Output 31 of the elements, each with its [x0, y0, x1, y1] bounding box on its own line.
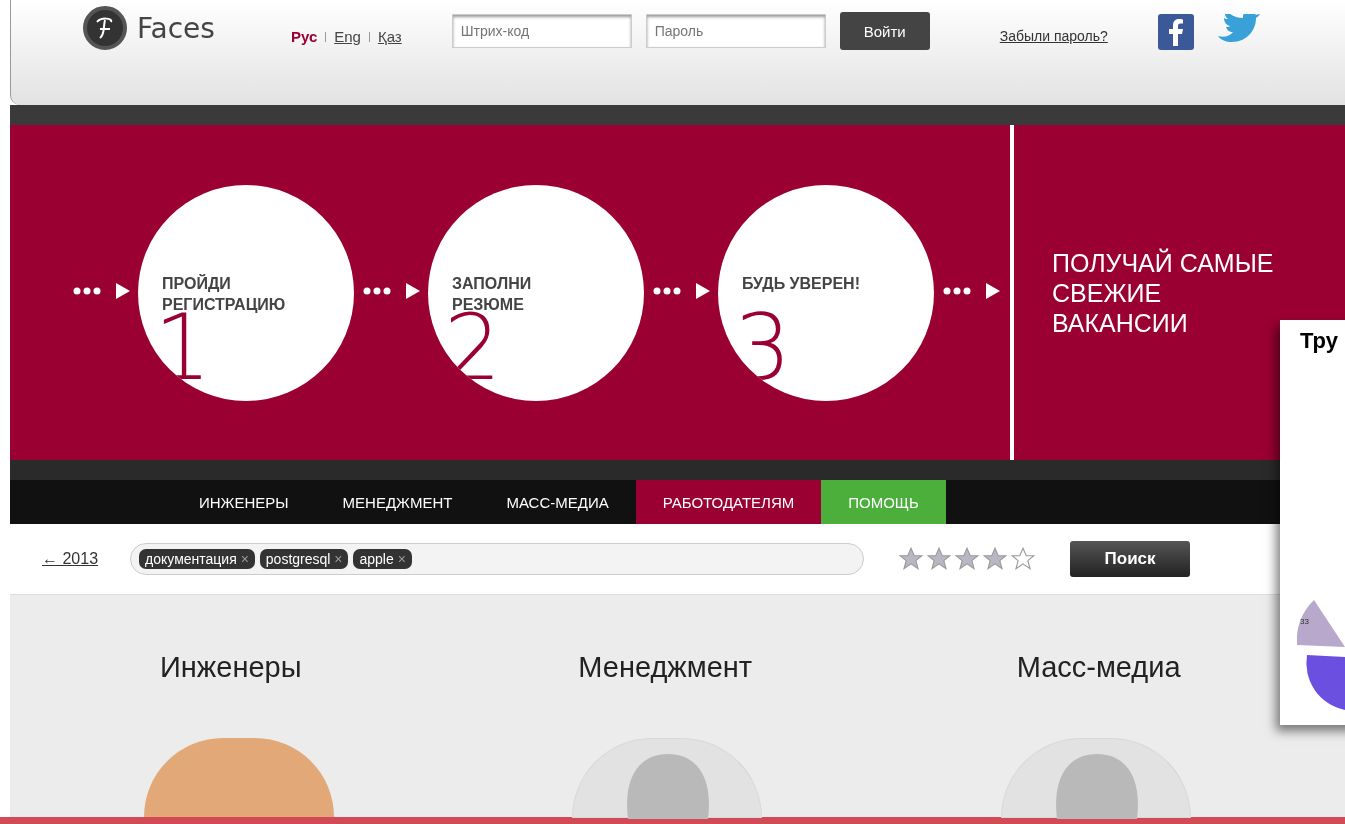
- forgot-password-link[interactable]: Забыли пароль?: [999, 28, 1108, 44]
- star-icon: [1010, 546, 1037, 572]
- tag-chip[interactable]: postgresql ×: [259, 549, 349, 569]
- search-button[interactable]: Поиск: [1070, 541, 1191, 577]
- barcode-field[interactable]: Штрих-код: [451, 14, 632, 48]
- category-title: Масс-медиа: [1016, 651, 1181, 684]
- star-icon: [954, 546, 981, 572]
- year-link[interactable]: ← 2013: [42, 550, 99, 568]
- star-icon: [982, 546, 1009, 572]
- step-title: БУДЬ УВЕРЕН!: [742, 273, 861, 294]
- step-title: ПРОЙДИ РЕГИСТРАЦИЮ: [162, 273, 287, 314]
- star-icon: [926, 546, 953, 572]
- language-link[interactable]: Рус: [290, 28, 318, 45]
- rating-stars[interactable]: [898, 546, 1037, 572]
- category-title: Инженеры: [160, 651, 302, 684]
- facebook-icon[interactable]: [1157, 14, 1194, 50]
- language-link[interactable]: Eng: [334, 28, 361, 45]
- tag-chip[interactable]: документация ×: [139, 549, 255, 569]
- star-icon: [898, 546, 925, 572]
- tag-field[interactable]: документация × postgresql × apple ×: [130, 543, 865, 575]
- popup-title: Тру: [1300, 328, 1339, 354]
- login-button[interactable]: Войти: [839, 12, 930, 50]
- logo-icon: [83, 6, 127, 50]
- slogan-text: ПОЛУЧАЙ САМЫЕ СВЕЖИЕ ВАКАНСИИ: [1052, 247, 1275, 338]
- nav-tab[interactable]: РАБОТОДАТЕЛЯМ: [635, 480, 822, 524]
- logo-text: Faces: [137, 11, 215, 45]
- category-title: Менеджмент: [578, 651, 753, 684]
- password-field[interactable]: Пароль: [645, 14, 826, 48]
- slice-value-label: 33: [1300, 617, 1309, 626]
- tag-chip[interactable]: apple ×: [353, 549, 412, 569]
- language-link[interactable]: Қаз: [377, 28, 402, 45]
